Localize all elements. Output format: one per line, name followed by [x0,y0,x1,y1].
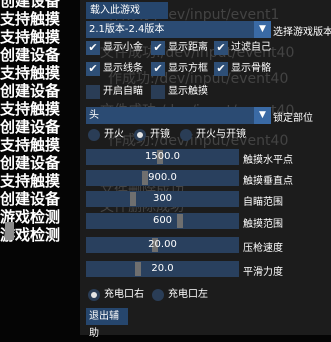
slider-label: 自瞄范围 [243,197,283,208]
radio-label: 开火 [104,129,124,140]
checkbox-label: 显示触摸 [168,86,208,97]
slider-value: 900.0 [148,172,177,183]
slider-label: 触摸范围 [243,219,283,230]
slider-value: 1500.0 [145,151,180,162]
slider-value: 600 [152,215,173,226]
left-label: 创建设备 [0,0,61,10]
left-label: 支持触摸 [0,64,61,82]
slider-smoothing[interactable]: 20.0 [86,261,239,277]
left-label: 创建设备 [0,82,61,100]
left-scroll-handle[interactable] [5,222,14,240]
radio-dot [152,289,164,301]
lock-part-select-value: 头 [89,110,99,121]
lock-part-label: 锁定部位 [273,113,313,124]
checkbox-label: 显示骨骼 [231,63,271,74]
checkbox-label: 开启自瞄 [103,86,143,97]
left-label: 支持触摸 [0,10,61,28]
dropdown-arrow-icon[interactable]: ▼ [254,107,271,124]
radio-label: 开火与开镜 [196,129,246,140]
left-label: 创建设备 [0,118,61,136]
checkbox-label: 显示线条 [103,63,143,74]
checkbox-label: 显示方框 [168,63,208,74]
slider-value: 300 [152,193,173,204]
version-select-label: 选择游戏版本 [273,27,331,38]
slider-recoil-speed[interactable]: 20.00 [86,237,239,253]
left-label: 支持触摸 [0,28,61,46]
checkmark-icon: ✔ [151,62,165,76]
radio-label: 开镜 [150,129,170,140]
slider-label: 压枪速度 [243,243,283,254]
radio-dot-selected [134,129,146,141]
slider-touch-range[interactable]: 600 [86,213,239,229]
checkmark-icon: ✔ [214,62,228,76]
left-label: 支持触摸 [0,136,61,154]
radio-dot [88,129,100,141]
checkmark-icon: ✔ [86,41,100,55]
checkbox-box [86,85,100,99]
dropdown-arrow-icon[interactable]: ▼ [254,21,271,38]
slider-touch-horizontal[interactable]: 1500.0 [86,149,239,165]
slider-label: 触摸垂直点 [243,176,293,187]
slider-value: 20.0 [151,263,174,274]
radio-label: 充电口右 [104,289,144,300]
load-game-button[interactable]: 载入此游戏 [86,2,168,19]
version-select[interactable]: 2.1版本-2.4版本 ▼ [86,21,271,38]
checkbox-label: 显示距离 [168,42,208,53]
radio-dot [180,129,192,141]
slider-label: 触摸水平点 [243,155,293,166]
checkbox-box [151,85,165,99]
checkmark-icon: ✔ [86,62,100,76]
left-label: 支持触摸 [0,172,61,190]
checkmark-icon: ✔ [214,41,228,55]
slider-touch-vertical[interactable]: 900.0 [86,170,239,186]
checkbox-label: 显示小金 [103,42,143,53]
checkmark-icon: ✔ [151,41,165,55]
exit-assist-button[interactable]: 退出辅助 [86,308,128,339]
left-label-column: 创建设备 支持触摸 支持触摸 创建设备 支持触摸 创建设备 支持触摸 创建设备 … [0,0,80,244]
left-label: 创建设备 [0,46,61,64]
version-select-value: 2.1版本-2.4版本 [89,24,165,35]
lock-part-select[interactable]: 头 ▼ [86,107,271,124]
slider-aim-range[interactable]: 300 [86,191,239,207]
left-label: 创建设备 [0,190,61,208]
slider-value: 20.00 [148,239,177,250]
left-label: 支持触摸 [0,100,61,118]
left-label: 创建设备 [0,154,61,172]
radio-label: 充电口左 [168,289,208,300]
slider-label: 平滑力度 [243,267,283,278]
radio-dot-selected [88,289,100,301]
checkbox-label: 过滤自己 [231,42,271,53]
